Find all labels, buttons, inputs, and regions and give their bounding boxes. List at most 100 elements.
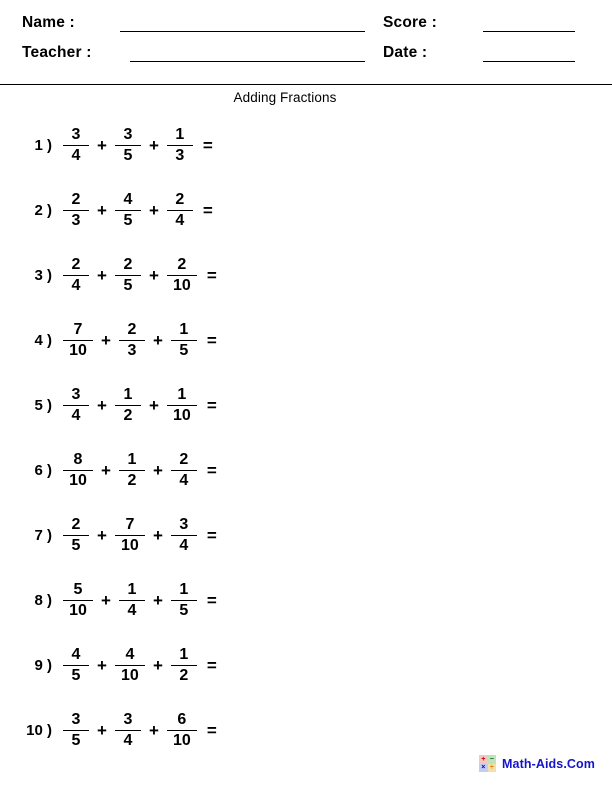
- score-input-line[interactable]: [483, 31, 575, 32]
- fraction: 35: [63, 711, 89, 750]
- fraction: 34: [63, 126, 89, 165]
- equals-sign: =: [202, 201, 213, 220]
- problem-number: 9 ): [34, 657, 52, 674]
- fraction-bar: [114, 730, 141, 731]
- fraction-denominator: 5: [123, 212, 133, 229]
- fraction-denominator: 4: [71, 407, 81, 424]
- fraction-bar: [63, 145, 89, 146]
- equals-sign: =: [206, 656, 217, 675]
- fraction-bar: [114, 665, 145, 666]
- fraction-denominator: 10: [172, 407, 191, 424]
- fraction-bar: [166, 145, 193, 146]
- fraction: 1 10: [166, 386, 197, 425]
- fraction-numerator: 3: [123, 711, 133, 728]
- fraction-bar: [63, 405, 89, 406]
- fraction-bar: [118, 340, 145, 341]
- fraction-bar: [63, 600, 93, 601]
- fraction-numerator: 3: [123, 126, 133, 143]
- fraction-denominator: 4: [179, 537, 189, 554]
- fraction-denominator: 3: [71, 212, 81, 229]
- plus-operator: +: [148, 136, 159, 155]
- teacher-input-line[interactable]: [130, 61, 365, 62]
- fraction: 8 10: [63, 451, 93, 490]
- fraction-denominator: 4: [123, 732, 133, 749]
- problem-number: 7 ): [34, 527, 52, 544]
- fraction-numerator: 1: [127, 581, 137, 598]
- brand-link[interactable]: + − × ÷ Math-Aids.Com: [479, 755, 595, 772]
- fraction-denominator: 5: [71, 667, 81, 684]
- plus-operator: +: [97, 656, 107, 675]
- fraction-bar: [63, 275, 89, 276]
- fraction-bar: [63, 665, 89, 666]
- score-label: Score :: [383, 14, 437, 31]
- fraction-numerator: 2: [123, 256, 133, 273]
- fraction-bar: [170, 470, 197, 471]
- fraction: 15: [170, 581, 197, 620]
- name-input-line[interactable]: [120, 31, 365, 32]
- plus-operator: +: [152, 526, 163, 545]
- fraction-denominator: 4: [71, 277, 81, 294]
- fraction-bar: [114, 145, 141, 146]
- problem-row: 8 ) 5 10 +1 4 +1 5 =: [0, 568, 612, 633]
- fraction-numerator: 5: [73, 581, 83, 598]
- fraction-bar: [63, 340, 93, 341]
- fraction-bar: [118, 470, 145, 471]
- plus-operator: +: [152, 591, 163, 610]
- fraction: 12: [118, 451, 145, 490]
- fraction-numerator: 4: [125, 646, 135, 663]
- fraction-denominator: 10: [172, 277, 191, 294]
- problem-expression: 3 4 +1 2 +1 10 =: [62, 386, 217, 425]
- plus-operator: +: [97, 266, 107, 285]
- fraction-bar: [170, 600, 197, 601]
- brand-text: Math-Aids.Com: [502, 756, 595, 771]
- plus-operator: +: [148, 201, 159, 220]
- fraction-numerator: 1: [179, 581, 189, 598]
- problem-number: 5 ): [34, 397, 52, 414]
- fraction-denominator: 3: [175, 147, 185, 164]
- fraction: 25: [114, 256, 141, 295]
- plus-operator: +: [152, 331, 163, 350]
- problem-expression: 3 4 +3 5 +1 3 =: [62, 126, 213, 165]
- fraction-bar: [166, 405, 197, 406]
- fraction-numerator: 1: [179, 646, 189, 663]
- fraction-numerator: 2: [71, 191, 81, 208]
- fraction: 23: [63, 191, 89, 230]
- problem-row: 7 ) 2 5 +7 10 +3 4 =: [0, 503, 612, 568]
- fraction: 15: [170, 321, 197, 360]
- fraction-numerator: 7: [125, 516, 135, 533]
- fraction-denominator: 3: [127, 342, 137, 359]
- fraction-denominator: 5: [179, 602, 189, 619]
- fraction-bar: [166, 210, 193, 211]
- fraction-bar: [170, 340, 197, 341]
- fraction-numerator: 1: [127, 451, 137, 468]
- fraction-bar: [166, 275, 197, 276]
- problem-row: 3 ) 2 4 +2 5 +2 10 =: [0, 243, 612, 308]
- fraction-numerator: 8: [73, 451, 83, 468]
- equals-sign: =: [206, 721, 217, 740]
- equals-sign: =: [206, 331, 217, 350]
- worksheet-title: Adding Fractions: [233, 90, 337, 105]
- fraction: 6 10: [166, 711, 197, 750]
- equals-sign: =: [206, 526, 217, 545]
- fraction: 34: [170, 516, 197, 555]
- equals-sign: =: [202, 136, 213, 155]
- fraction-bar: [166, 730, 197, 731]
- fraction: 23: [118, 321, 145, 360]
- fraction: 35: [114, 126, 141, 165]
- fraction-bar: [63, 470, 93, 471]
- fraction-denominator: 10: [69, 602, 87, 619]
- equals-sign: =: [206, 266, 217, 285]
- fraction-numerator: 1: [177, 386, 187, 403]
- fraction-denominator: 2: [123, 407, 133, 424]
- fraction: 7 10: [63, 321, 93, 360]
- fraction-denominator: 4: [71, 147, 81, 164]
- problem-list: 1 ) 3 4 +3 5 +1 3 = 2 ) 2 3 +4 5 +2 4 = 3 ) 2 4 +2 5 +2 10 = 4 )…: [0, 113, 612, 763]
- plus-operator: +: [152, 461, 163, 480]
- fraction: 24: [166, 191, 193, 230]
- problem-number: 6 ): [34, 462, 52, 479]
- fraction-denominator: 2: [127, 472, 137, 489]
- date-input-line[interactable]: [483, 61, 575, 62]
- fraction-bar: [170, 665, 197, 666]
- fraction-denominator: 5: [71, 537, 81, 554]
- fraction-numerator: 3: [71, 711, 81, 728]
